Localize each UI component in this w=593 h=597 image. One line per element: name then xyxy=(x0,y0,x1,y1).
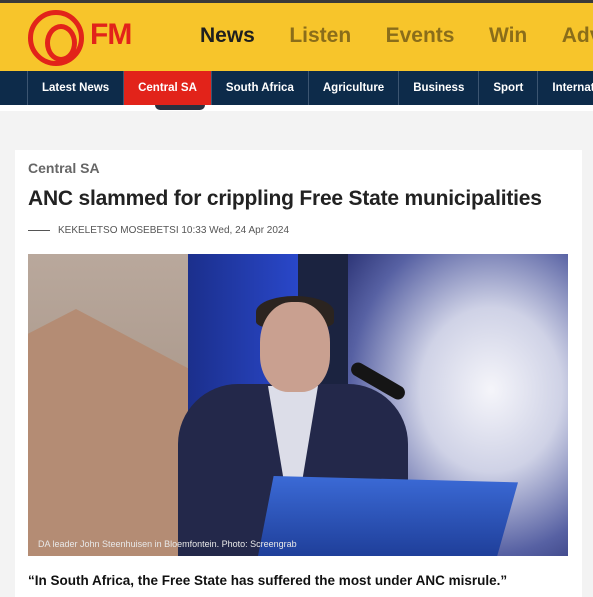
site-header: FM News Listen Events Win Adve xyxy=(0,0,593,71)
article-lead-quote: “In South Africa, the Free State has suf… xyxy=(28,573,508,588)
section-international[interactable]: Internat xyxy=(538,71,593,105)
photo-caption: DA leader John Steenhuisen in Bloemfonte… xyxy=(38,539,297,549)
logo-text: FM xyxy=(90,18,132,51)
nav-advertise[interactable]: Adve xyxy=(562,24,593,47)
section-agriculture[interactable]: Agriculture xyxy=(309,71,400,105)
ad-strip xyxy=(0,105,593,111)
banner-edge xyxy=(155,105,205,110)
article-byline: KEKELETSO MOSEBETSI 10:33 Wed, 24 Apr 20… xyxy=(28,225,289,236)
photo-podium xyxy=(258,476,518,556)
nav-news[interactable]: News xyxy=(200,24,255,47)
section-latest-news[interactable]: Latest News xyxy=(28,71,125,105)
article-datetime: 10:33 Wed, 24 Apr 2024 xyxy=(181,225,290,236)
nav-events[interactable]: Events xyxy=(386,24,455,47)
article-category[interactable]: Central SA xyxy=(28,160,100,176)
section-nav-spacer xyxy=(0,71,28,105)
nav-win[interactable]: Win xyxy=(489,24,527,47)
byline-dash xyxy=(28,229,50,231)
article-author[interactable]: KEKELETSO MOSEBETSI xyxy=(58,225,179,236)
section-sport[interactable]: Sport xyxy=(479,71,539,105)
article-photo[interactable]: DA leader John Steenhuisen in Bloemfonte… xyxy=(28,254,568,556)
photo-speaker-head xyxy=(260,302,330,392)
ofm-logo[interactable]: FM xyxy=(28,10,158,66)
main-nav: News Listen Events Win Adve xyxy=(200,24,593,48)
article-title: ANC slammed for crippling Free State mun… xyxy=(28,187,542,210)
section-business[interactable]: Business xyxy=(399,71,480,105)
section-nav: Latest News Central SA South Africa Agri… xyxy=(0,71,593,105)
article-card: Central SA ANC slammed for crippling Fre… xyxy=(15,150,582,597)
nav-listen[interactable]: Listen xyxy=(289,24,351,47)
section-central-sa[interactable]: Central SA xyxy=(124,71,212,105)
section-south-africa[interactable]: South Africa xyxy=(212,71,309,105)
logo-o-ring-icon xyxy=(28,10,84,66)
